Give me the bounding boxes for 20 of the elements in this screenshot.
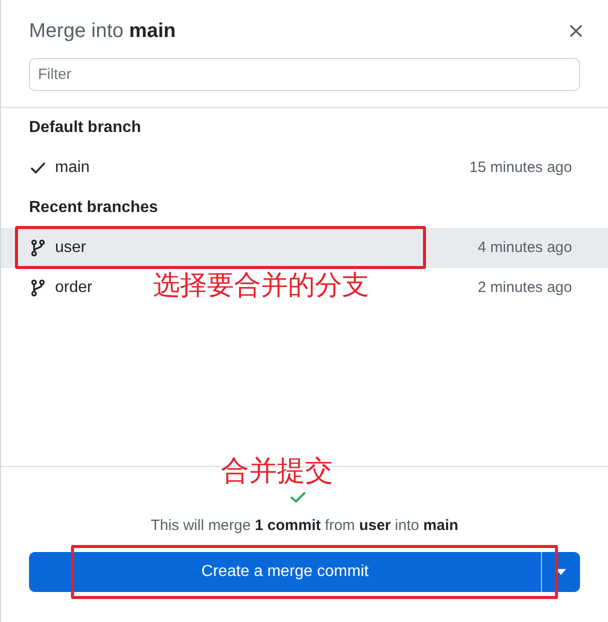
merge-button[interactable]: Create a merge commit: [29, 552, 542, 592]
section-heading: Default branch: [28, 118, 142, 138]
merge-summary: This will merge 1 commit from user into main: [150, 517, 458, 535]
check-icon: [288, 491, 306, 503]
branch-time: 2 minutes ago: [478, 278, 572, 298]
section-heading: Recent branches: [28, 198, 159, 218]
caret-icon: [556, 569, 566, 575]
branch-time: 15 minutes ago: [469, 158, 572, 178]
branch-icon: [29, 239, 47, 257]
dialog-title: Merge into main: [29, 19, 176, 44]
branch-icon: [29, 279, 47, 297]
annotation-label: 选择要合并的分支: [153, 272, 369, 299]
branch-name: order: [55, 278, 92, 298]
dropdown-button[interactable]: [542, 552, 580, 592]
branch-name: user: [55, 238, 86, 258]
selected-branch-row[interactable]: user 4 minutes ago: [1, 228, 608, 268]
branch-time: 4 minutes ago: [478, 238, 572, 258]
annotation-label: 合并提交: [221, 457, 333, 485]
filter-field[interactable]: Filter: [29, 58, 580, 91]
branch-name: main: [55, 158, 90, 178]
